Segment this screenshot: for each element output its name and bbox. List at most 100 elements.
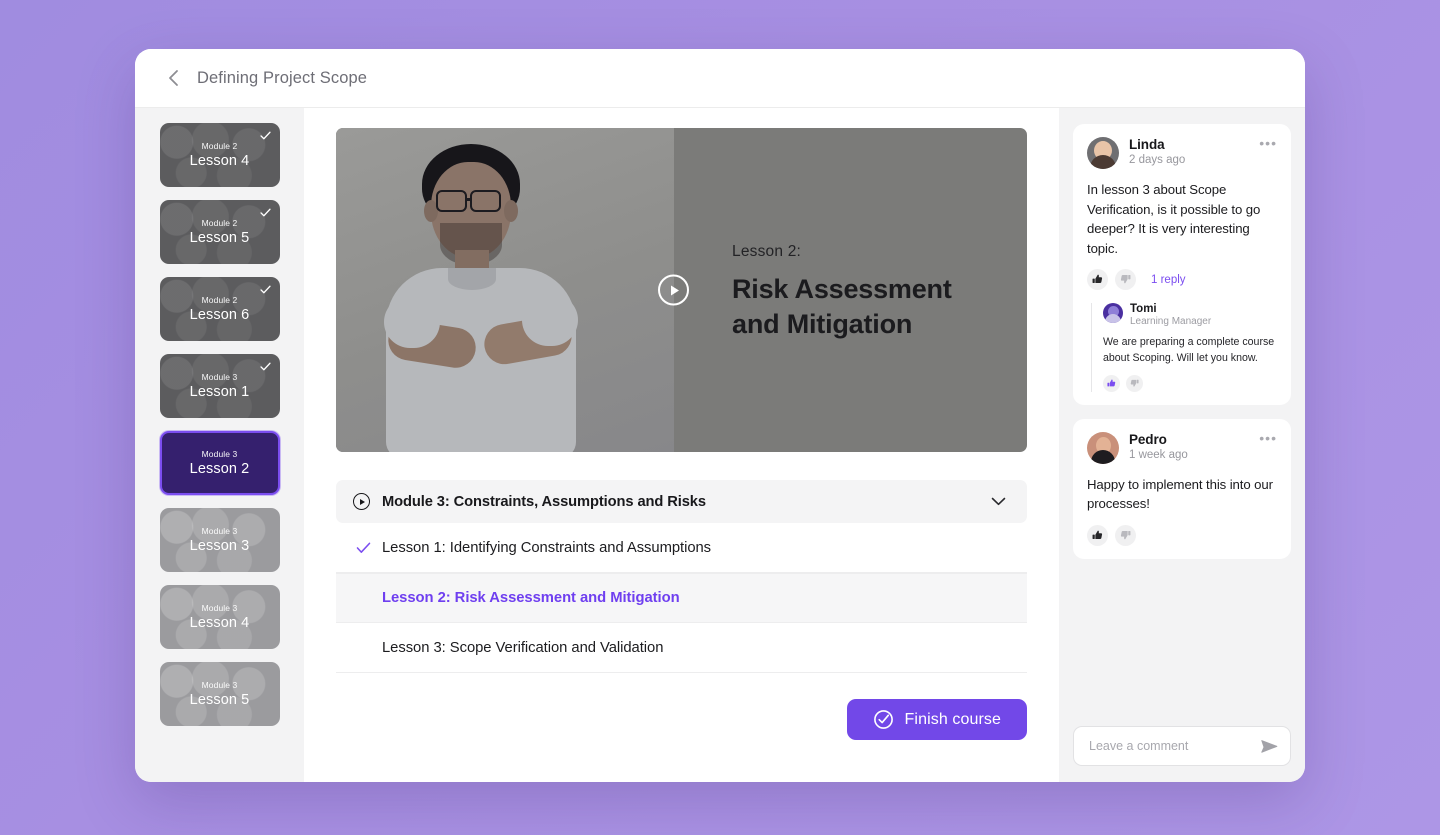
course-player-window: Defining Project Scope Module 2 Lesson 4…: [135, 49, 1305, 782]
lesson-thumbnail-sidebar[interactable]: Module 2 Lesson 4 Module 2 Lesson 5 Modu…: [135, 108, 304, 782]
comment-card: Linda 2 days ago ••• In lesson 3 about S…: [1073, 124, 1291, 405]
thumbnail-module-label: Module 3: [201, 603, 238, 613]
video-title: Risk Assessment and Mitigation: [732, 272, 952, 341]
send-glyph: [1261, 739, 1278, 753]
comment-header: Linda 2 days ago •••: [1087, 136, 1277, 169]
thumbnail-lesson-label: Lesson 4: [189, 153, 250, 169]
thumbs-up-glyph: [1092, 274, 1103, 284]
comment-meta: Linda 2 days ago: [1129, 137, 1259, 166]
thumbnail-module-label: Module 2: [201, 218, 238, 228]
chevron-down-glyph: [991, 497, 1006, 506]
thumbs-up-icon[interactable]: [1103, 374, 1120, 392]
thumbnail-module-label: Module 2: [201, 141, 238, 151]
circle-check-glyph: [873, 710, 893, 729]
thumbnail-lesson-label: Lesson 3: [189, 538, 250, 554]
finish-course-button[interactable]: Finish course: [846, 699, 1027, 740]
thumbnail-lesson-label: Lesson 4: [189, 615, 250, 631]
sidebar-lesson-thumbnail-active[interactable]: Module 3 Lesson 2: [159, 431, 280, 495]
comment-header: Pedro 1 week ago •••: [1087, 431, 1277, 464]
back-button[interactable]: [160, 65, 186, 91]
module-title: Module 3: Constraints, Assumptions and R…: [382, 493, 706, 510]
module-header[interactable]: Module 3: Constraints, Assumptions and R…: [336, 480, 1027, 523]
thumbnail-module-label: Module 2: [201, 295, 238, 305]
thumbs-down-glyph: [1120, 275, 1131, 284]
thumbnail-lesson-label: Lesson 5: [189, 692, 250, 708]
thumbs-up-icon[interactable]: [1087, 524, 1108, 546]
reply-author-role: Learning Manager: [1130, 316, 1212, 328]
video-title-line-2: and Mitigation: [732, 308, 913, 339]
comment-author: Linda: [1129, 137, 1165, 152]
lesson-check-icon: [356, 542, 382, 554]
play-icon: [671, 285, 679, 295]
main-footer: Finish course: [336, 673, 1027, 782]
circle-check-icon: [873, 709, 894, 730]
module-accordion: Module 3: Constraints, Assumptions and R…: [336, 480, 1027, 673]
sidebar-lesson-thumbnail[interactable]: Module 3 Lesson 5: [159, 662, 280, 726]
sidebar-lesson-thumbnail[interactable]: Module 2 Lesson 6: [159, 277, 280, 341]
thumbnail-lesson-label: Lesson 5: [189, 230, 250, 246]
thumbs-up-glyph: [1107, 379, 1116, 387]
photo-sleeve-left: [384, 296, 440, 348]
sidebar-lesson-thumbnail[interactable]: Module 3 Lesson 4: [159, 585, 280, 649]
reply-author: Tomi: [1130, 303, 1157, 316]
comment-author: Pedro: [1129, 431, 1167, 447]
video-eyebrow: Lesson 2:: [732, 243, 802, 260]
finish-course-label: Finish course: [904, 710, 1001, 728]
lesson-label: Lesson 2: Risk Assessment and Mitigation: [382, 590, 680, 606]
photo-sleeve-right: [522, 294, 578, 346]
thumbnail-lesson-label: Lesson 2: [189, 461, 250, 477]
comment-card: Pedro 1 week ago ••• Happy to implement …: [1073, 418, 1291, 559]
thumbnail-module-label: Module 3: [201, 526, 238, 536]
lesson-row-current[interactable]: Lesson 2: Risk Assessment and Mitigation: [336, 573, 1027, 623]
sidebar-lesson-thumbnail[interactable]: Module 3 Lesson 3: [159, 508, 280, 572]
check-icon: [259, 131, 271, 140]
play-circle-icon: [353, 493, 370, 510]
thumbs-down-glyph: [1130, 379, 1139, 387]
play-button[interactable]: [658, 274, 689, 306]
reply-meta: Tomi Learning Manager: [1130, 303, 1277, 327]
send-icon[interactable]: [1261, 739, 1278, 754]
reply-header: Tomi Learning Manager: [1103, 303, 1277, 327]
instructor-photo: [336, 128, 674, 452]
comment-timestamp: 2 days ago: [1129, 154, 1186, 166]
comment-input-container[interactable]: [1073, 726, 1291, 766]
comment-text: Happy to implement this into our process…: [1087, 476, 1273, 512]
avatar: [1087, 431, 1119, 464]
thumbnail-lesson-label: Lesson 6: [189, 307, 250, 323]
check-icon: [259, 362, 271, 371]
comment-reply: Tomi Learning Manager We are preparing a…: [1091, 303, 1277, 392]
comments-spacer: [1073, 573, 1291, 726]
reply-count-link[interactable]: 1 reply: [1151, 274, 1186, 286]
thumbs-down-icon[interactable]: [1126, 374, 1143, 392]
lesson-label: Lesson 3: Scope Verification and Validat…: [382, 639, 664, 656]
comment-timestamp: 1 week ago: [1129, 448, 1188, 461]
reply-text: We are preparing a complete course about…: [1103, 336, 1275, 365]
sidebar-lesson-thumbnail[interactable]: Module 2 Lesson 4: [159, 123, 280, 187]
thumbs-down-icon[interactable]: [1115, 269, 1136, 291]
photo-glasses-left: [436, 190, 467, 212]
play-triangle-icon: [359, 498, 365, 505]
photo-collar: [448, 268, 496, 290]
thumbs-down-icon[interactable]: [1115, 524, 1136, 546]
thumbs-up-icon[interactable]: [1087, 269, 1108, 291]
comment-text: In lesson 3 about Scope Verification, is…: [1087, 182, 1261, 256]
check-icon: [259, 285, 271, 294]
sidebar-lesson-thumbnail[interactable]: Module 2 Lesson 5: [159, 200, 280, 264]
chevron-down-icon[interactable]: [991, 497, 1006, 506]
sidebar-lesson-thumbnail[interactable]: Module 3 Lesson 1: [159, 354, 280, 418]
thumbs-up-glyph: [1092, 530, 1103, 540]
lesson-row-completed[interactable]: Lesson 1: Identifying Constraints and As…: [336, 523, 1027, 573]
thumbnail-lesson-label: Lesson 1: [189, 384, 250, 400]
lesson-label: Lesson 1: Identifying Constraints and As…: [382, 539, 712, 556]
video-player[interactable]: Lesson 2: Risk Assessment and Mitigation: [336, 128, 1027, 452]
comment-meta: Pedro 1 week ago: [1129, 432, 1259, 461]
comment-input[interactable]: [1089, 739, 1261, 753]
more-options-icon[interactable]: •••: [1259, 136, 1277, 150]
comment-actions: 1 reply: [1087, 269, 1277, 291]
avatar: [1103, 303, 1123, 324]
video-title-block: Lesson 2: Risk Assessment and Mitigation: [732, 243, 952, 341]
lesson-row-upcoming[interactable]: Lesson 3: Scope Verification and Validat…: [336, 623, 1027, 673]
check-icon: [259, 208, 271, 217]
photo-glasses-bridge: [466, 198, 472, 201]
more-options-icon[interactable]: •••: [1259, 431, 1277, 445]
